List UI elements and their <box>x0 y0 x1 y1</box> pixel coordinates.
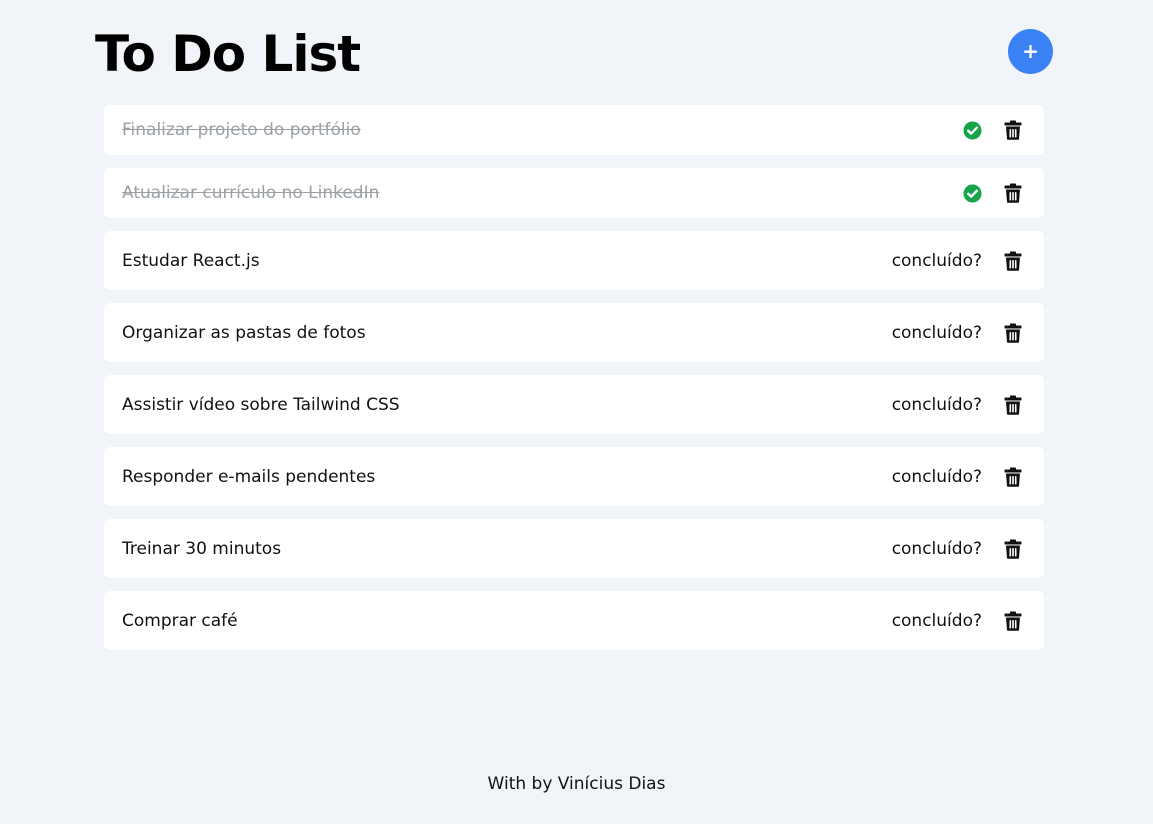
todo-text: Estudar React.js <box>122 250 260 271</box>
todo-text: Organizar as pastas de fotos <box>122 322 366 343</box>
todo-text: Comprar café <box>122 610 238 631</box>
todo-text: Responder e-mails pendentes <box>122 466 376 487</box>
trash-icon[interactable] <box>1004 251 1022 271</box>
todo-item: Treinar 30 minutos concluído? <box>104 519 1044 578</box>
todo-text: Treinar 30 minutos <box>122 538 282 559</box>
check-circle-icon[interactable] <box>963 184 982 203</box>
todo-item: Finalizar projeto do portfólio <box>104 105 1044 155</box>
check-circle-icon[interactable] <box>963 121 982 140</box>
trash-icon[interactable] <box>1004 120 1022 140</box>
trash-icon[interactable] <box>1004 611 1022 631</box>
mark-done-button[interactable]: concluído? <box>892 251 982 271</box>
todo-text: Finalizar projeto do portfólio <box>122 120 361 140</box>
trash-icon[interactable] <box>1004 183 1022 203</box>
todo-list: Finalizar projeto do portfólio Atualizar… <box>104 105 1044 663</box>
mark-done-button[interactable]: concluído? <box>892 323 982 343</box>
mark-done-button[interactable]: concluído? <box>892 611 982 631</box>
page-title: To Do List <box>95 25 361 83</box>
todo-item: Estudar React.js concluído? <box>104 231 1044 290</box>
todo-text: Atualizar currículo no LinkedIn <box>122 183 380 203</box>
mark-done-button[interactable]: concluído? <box>892 395 982 415</box>
todo-item: Comprar café concluído? <box>104 591 1044 650</box>
trash-icon[interactable] <box>1004 539 1022 559</box>
footer-credit: With by Vinícius Dias <box>487 774 666 794</box>
trash-icon[interactable] <box>1004 467 1022 487</box>
trash-icon[interactable] <box>1004 323 1022 343</box>
todo-text: Assistir vídeo sobre Tailwind CSS <box>122 394 400 415</box>
todo-item: Responder e-mails pendentes concluído? <box>104 447 1044 506</box>
todo-item: Atualizar currículo no LinkedIn <box>104 168 1044 218</box>
todo-item: Assistir vídeo sobre Tailwind CSS conclu… <box>104 375 1044 434</box>
trash-icon[interactable] <box>1004 395 1022 415</box>
add-todo-button[interactable]: + <box>1008 29 1053 74</box>
todo-item: Organizar as pastas de fotos concluído? <box>104 303 1044 362</box>
mark-done-button[interactable]: concluído? <box>892 467 982 487</box>
mark-done-button[interactable]: concluído? <box>892 539 982 559</box>
